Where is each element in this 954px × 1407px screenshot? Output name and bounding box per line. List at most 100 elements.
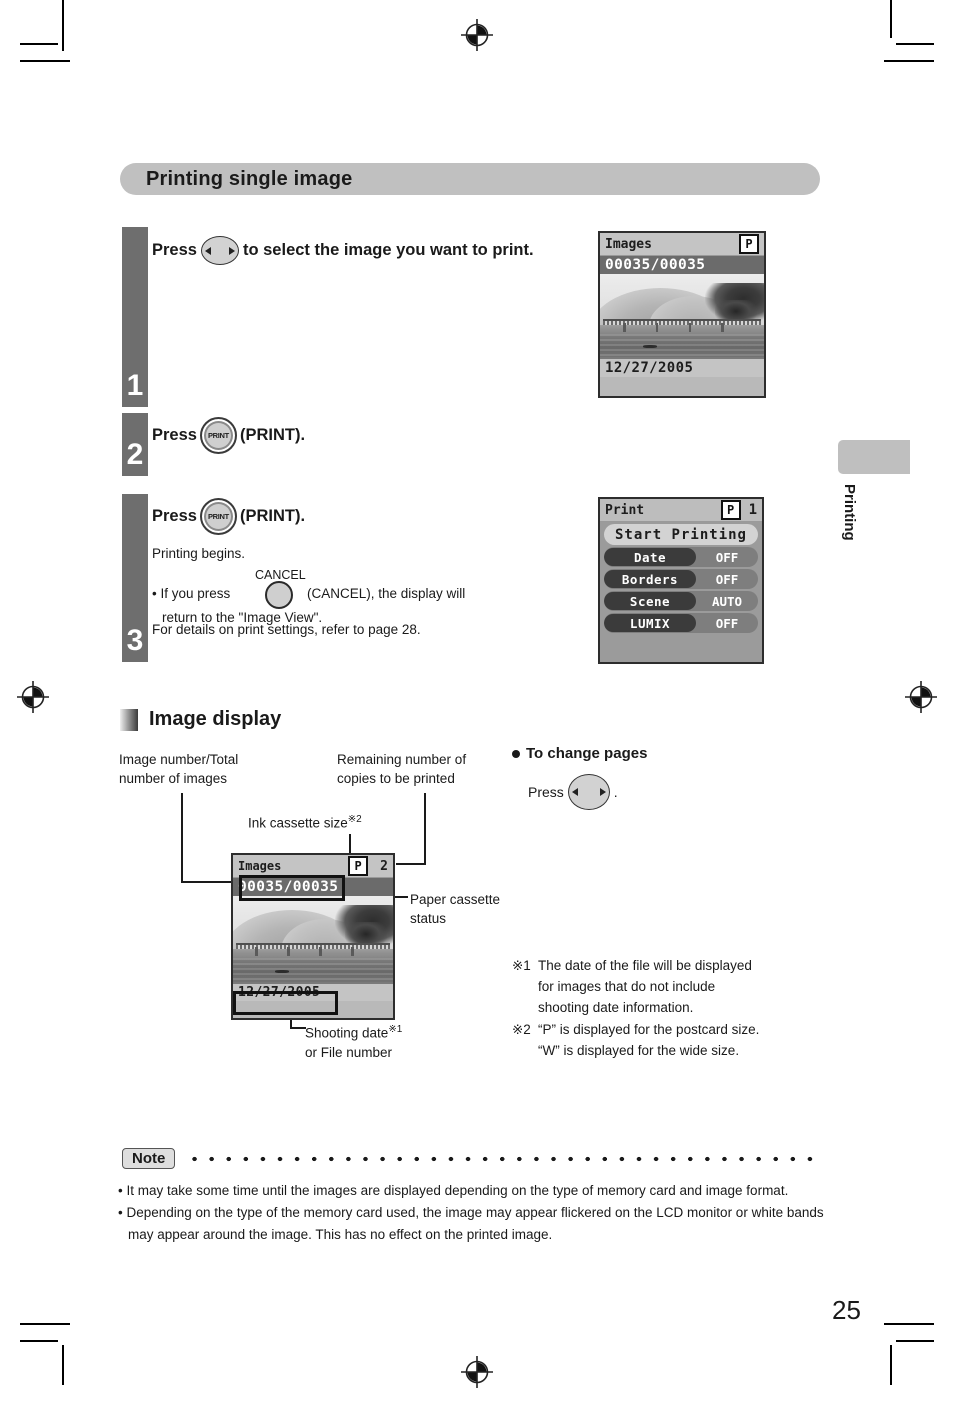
footnote-1-mark: ※1 xyxy=(512,958,531,973)
lcd-print-menu-title: Print xyxy=(605,502,645,518)
menu-row-date[interactable]: Date OFF xyxy=(600,545,762,567)
note-item-2: • Depending on the type of the memory ca… xyxy=(118,1205,824,1242)
to-change-pages-heading: To change pages xyxy=(526,745,648,762)
callout-shooting-date-l1: Shooting date xyxy=(305,1025,389,1041)
crop-mark-top-left-inner xyxy=(62,18,64,51)
step-3-heading: Press PRINT (PRINT). xyxy=(152,498,562,535)
lcd-diagram-title: Images xyxy=(238,859,282,873)
lcd-image-counter: 00035/00035 xyxy=(600,256,764,274)
step-3-bullet-2a: • If you press xyxy=(152,586,231,601)
callout-image-number-l1: Image number/Total xyxy=(119,752,239,767)
footnote-2-mark: ※2 xyxy=(512,1022,531,1037)
note-item-1: • It may take some time until the images… xyxy=(118,1183,789,1198)
footnote-2-line-2: “W” is displayed for the wide size. xyxy=(538,1043,740,1058)
step-2-bar: 2 xyxy=(122,413,148,476)
menu-row-lumix[interactable]: LUMIX OFF xyxy=(600,611,762,633)
step-3-bullet-2b: (CANCEL), the display will xyxy=(307,586,466,601)
lcd-print-menu-titlebar: Print P 1 xyxy=(600,499,762,522)
step-1-head-after: to select the image you want to print. xyxy=(242,241,534,259)
callout-shooting-date: Shooting date※1 or File number xyxy=(305,1020,505,1062)
side-tab-label: Printing xyxy=(841,484,858,541)
crop-mark-top-right-v xyxy=(890,0,892,38)
step-1-number: 1 xyxy=(126,369,144,402)
callout-ink-cassette-size: Ink cassette size※2 xyxy=(248,810,362,833)
menu-row-scene[interactable]: Scene AUTO xyxy=(600,589,762,611)
note-badge: Note xyxy=(122,1148,176,1169)
highlight-date-region xyxy=(233,991,338,1015)
step-2-number: 2 xyxy=(126,438,144,471)
callout-remaining-l1: Remaining number of xyxy=(337,752,467,767)
crop-mark-bottom-right-v xyxy=(890,1345,892,1385)
callout-paper-l2: status xyxy=(410,911,447,926)
step-1-body: Press to select the image you want to pr… xyxy=(152,232,552,269)
crop-mark-top-right-h xyxy=(896,43,934,45)
step-3-bullet-2c: return to the "Image View". xyxy=(162,610,323,625)
step-1-bar: 1 xyxy=(122,227,148,407)
note-body: • It may take some time until the images… xyxy=(118,1180,824,1246)
callout-ink-label: Ink cassette size xyxy=(248,815,348,831)
lcd-diagram-photo xyxy=(233,896,393,984)
print-button-icon[interactable]: PRINT xyxy=(199,498,237,535)
callout-image-number-l2: number of images xyxy=(119,771,228,786)
dpad-left-right-icon[interactable] xyxy=(200,236,239,265)
menu-value-borders: OFF xyxy=(715,571,739,587)
footnote-2-line-1: “P” is displayed for the postcard size. xyxy=(538,1022,760,1037)
leader-line-date-h xyxy=(290,1027,306,1029)
step-3-bullets: Printing begins. CANCEL • If you press (… xyxy=(152,542,562,642)
ink-cassette-size-badge: P xyxy=(720,500,741,520)
registration-mark-right xyxy=(905,681,937,713)
crop-mark-bottom-right-h2 xyxy=(884,1323,934,1325)
leader-line-image-number-v xyxy=(181,793,183,883)
crop-mark-top-left-h xyxy=(20,43,58,45)
bullet-dot-icon xyxy=(512,749,520,758)
menu-row-start-printing[interactable]: Start Printing xyxy=(600,522,762,545)
start-printing-label: Start Printing xyxy=(604,524,758,545)
footnote-1-line-2: for images that do not include xyxy=(538,979,716,994)
crop-mark-bottom-left-h xyxy=(20,1340,58,1342)
step-1-heading: Press to select the image you want to pr… xyxy=(152,232,552,269)
print-button-icon[interactable]: PRINT xyxy=(199,417,237,454)
footnote-1: ※1 The date of the file will be displaye… xyxy=(512,955,842,1018)
ink-cassette-size-badge: P xyxy=(348,856,369,876)
callout-paper-l1: Paper cassette xyxy=(410,892,501,907)
lcd-photo-thumbnail xyxy=(600,274,764,359)
footnote-mark-1: ※1 xyxy=(388,1024,403,1035)
lcd-print-menu: Print P 1 Start Printing Date OFF Border… xyxy=(598,497,764,664)
page-title: Printing single image xyxy=(146,167,353,190)
highlight-counter-region xyxy=(239,875,345,901)
cancel-button-icon[interactable] xyxy=(265,581,293,609)
step-2-head-before: Press xyxy=(152,426,197,444)
menu-label-borders: Borders xyxy=(604,570,696,588)
step-3-bullet-1: Printing begins. xyxy=(152,546,246,561)
lcd-diagram-copies: 2 xyxy=(380,858,388,874)
callout-remaining-l2: copies to be printed xyxy=(337,771,455,786)
to-change-pages-press-label: Press xyxy=(528,784,564,800)
page-number: 25 xyxy=(832,1295,861,1325)
crop-mark-bottom-left-v xyxy=(62,1345,64,1385)
footnote-2: ※2 “P” is displayed for the postcard siz… xyxy=(512,1019,852,1061)
image-display-heading-text: Image display xyxy=(149,708,282,730)
lcd-print-menu-copies: 1 xyxy=(748,502,757,518)
step-3-head-after: (PRINT). xyxy=(239,507,306,525)
note-dotted-rule xyxy=(186,1156,822,1162)
menu-label-lumix: LUMIX xyxy=(604,614,696,632)
menu-row-borders[interactable]: Borders OFF xyxy=(600,567,762,589)
lcd-image-view: Images P 00035/00035 12/27/2005 xyxy=(598,231,766,398)
step-3-bar: 3 xyxy=(122,494,148,662)
step-3-body: Press PRINT (PRINT). Printing begins. CA… xyxy=(152,498,562,642)
step-3-number: 3 xyxy=(126,624,144,657)
callout-shooting-date-l2: or File number xyxy=(305,1044,393,1060)
step-1-head-before: Press xyxy=(152,241,197,259)
menu-label-scene: Scene xyxy=(604,592,696,610)
to-change-pages-block: To change pages Press . xyxy=(512,745,742,810)
crop-mark-bottom-right-h xyxy=(896,1340,934,1342)
registration-mark-bottom xyxy=(461,1356,493,1388)
step-2-body: Press PRINT (PRINT). xyxy=(152,417,552,454)
dpad-left-right-icon[interactable] xyxy=(567,774,610,810)
registration-mark-left xyxy=(17,681,49,713)
callout-image-number: Image number/Total number of images xyxy=(119,750,334,788)
lcd-shooting-date: 12/27/2005 xyxy=(600,359,764,377)
callout-remaining-copies: Remaining number of copies to be printed xyxy=(337,750,517,788)
menu-value-scene: AUTO xyxy=(711,593,743,609)
callout-paper-cassette: Paper cassette status xyxy=(410,890,560,928)
